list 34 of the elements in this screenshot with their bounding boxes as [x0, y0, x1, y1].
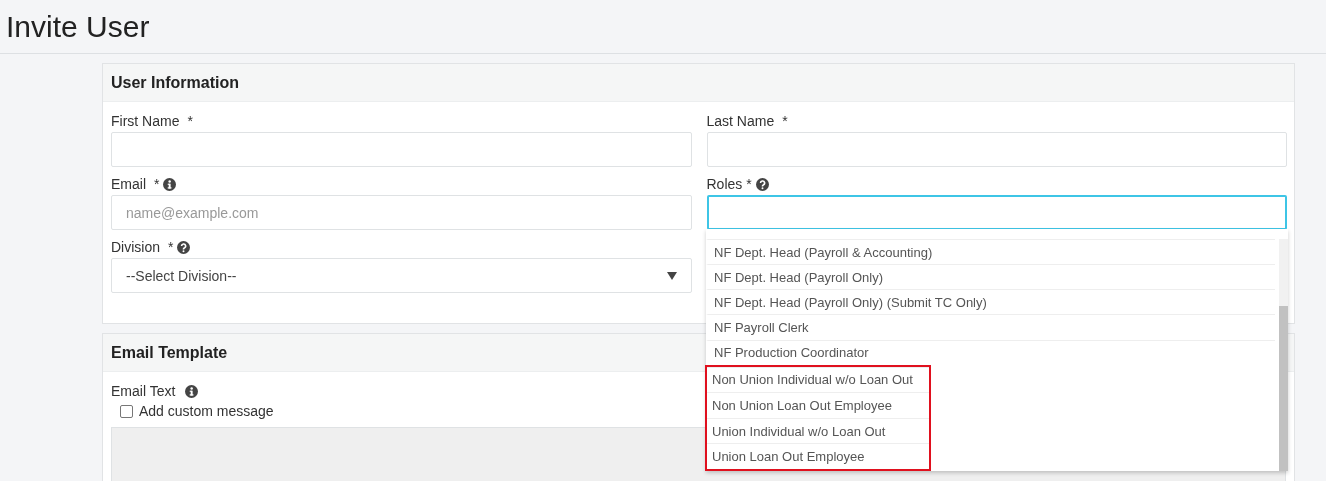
role-option[interactable]: NF Dept. Head (Payroll Only) (Submit TC Only): [706, 289, 1275, 315]
role-option[interactable]: NF Dept. Head (Payroll & Accounting): [706, 239, 1275, 265]
role-option[interactable]: Non Union Individual w/o Loan Out: [707, 366, 929, 393]
checkbox-label: Add custom message: [139, 403, 274, 419]
required-mark: *: [746, 176, 752, 192]
role-option[interactable]: Union Individual w/o Loan Out: [707, 417, 929, 444]
section-title: Email Template: [111, 343, 228, 362]
help-icon[interactable]: [177, 240, 191, 254]
section-title: User Information: [111, 73, 239, 92]
role-option[interactable]: NF Payroll Clerk: [706, 314, 1275, 340]
scrollbar[interactable]: [1279, 239, 1288, 471]
scrollbar-thumb[interactable]: [1279, 306, 1288, 471]
field-label: Email Text: [111, 383, 176, 399]
input-field[interactable]: [706, 195, 1287, 230]
field-label: Roles: [706, 176, 743, 192]
division-select[interactable]: --Select Division--: [111, 258, 692, 293]
required-mark: *: [187, 113, 193, 129]
help-icon[interactable]: [755, 177, 769, 191]
info-icon[interactable]: [163, 177, 177, 191]
required-mark: *: [154, 176, 160, 192]
caret-icon: [666, 271, 677, 280]
required-mark: *: [168, 239, 174, 255]
field-label: Last Name: [706, 113, 775, 129]
role-option[interactable]: Non Union Loan Out Employee: [707, 392, 929, 418]
field-label: First Name: [111, 113, 180, 129]
role-option[interactable]: NF Production Coordinator: [706, 339, 1275, 365]
required-mark: *: [782, 113, 788, 129]
page-title: Invite User: [6, 9, 150, 44]
info-icon[interactable]: [185, 384, 199, 398]
role-option[interactable]: NF Dept. Head (Payroll Only): [706, 264, 1275, 290]
role-option[interactable]: Union Loan Out Employee: [707, 443, 929, 469]
field-label: Email: [111, 176, 146, 192]
field-label: Division: [111, 239, 160, 255]
checkbox[interactable]: [120, 404, 133, 418]
